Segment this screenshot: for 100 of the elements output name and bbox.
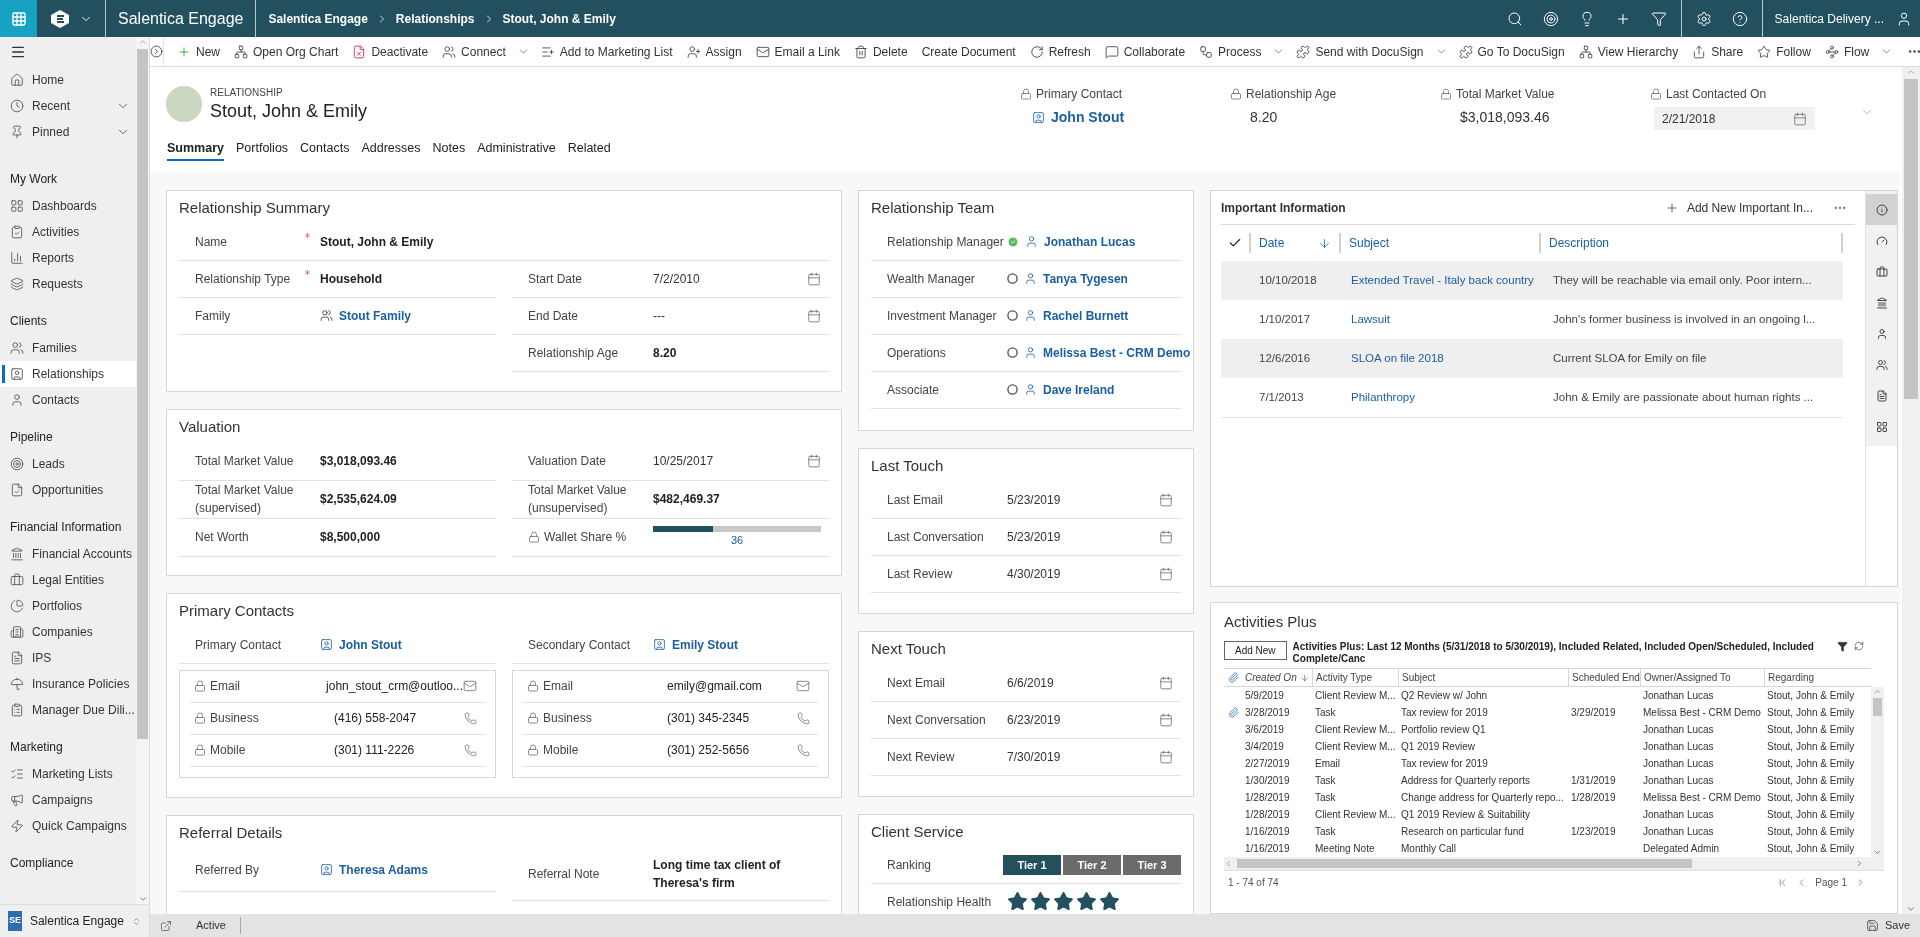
column-header[interactable]: Scheduled End	[1572, 670, 1640, 685]
tab[interactable]: Addresses	[361, 137, 421, 161]
breadcrumb-link[interactable]: Stout, John & Emily	[502, 9, 616, 28]
person-link[interactable]: Tanya Tygesen	[1024, 269, 1128, 288]
nav-item[interactable]: Manager Due Dili...	[0, 697, 136, 723]
section-title: Next Touch	[871, 640, 946, 657]
nav-item[interactable]: Opportunities	[0, 477, 136, 503]
person-link[interactable]: Dave Ireland	[1024, 380, 1115, 399]
command-button[interactable]: Email a Link	[748, 36, 847, 67]
nav-item[interactable]: Portfolios	[0, 593, 136, 619]
nav-item[interactable]: Legal Entities	[0, 567, 136, 593]
command-button[interactable]: Delete	[846, 36, 915, 67]
tab[interactable]: Portfolios	[236, 137, 289, 161]
column-header[interactable]: Subject	[1349, 234, 1531, 252]
nav-item[interactable]: Requests	[0, 271, 136, 297]
column-header[interactable]: Regarding	[1768, 670, 1815, 685]
nav-item[interactable]: Relationships	[0, 361, 136, 387]
command-button[interactable]: Add to Marketing List	[533, 36, 680, 67]
subject-link[interactable]: Extended Travel - Italy back country	[1351, 273, 1534, 286]
table-cell: 1/10/2017	[1259, 312, 1311, 325]
nav-item[interactable]: Home	[0, 67, 136, 93]
nav-item[interactable]: Dashboards	[0, 193, 136, 219]
column-header[interactable]: Created On	[1245, 670, 1297, 685]
command-button[interactable]: Collaborate	[1097, 36, 1193, 67]
command-button[interactable]: Process	[1192, 36, 1269, 67]
table-cell: Meeting Note	[1315, 843, 1375, 854]
nav-item[interactable]: Financial Accounts	[0, 541, 136, 567]
record-link[interactable]: Stout Family	[320, 306, 411, 325]
nav-item[interactable]: Reports	[0, 245, 136, 271]
command-button[interactable]: Send with DocuSign	[1289, 36, 1431, 67]
command-button[interactable]: Deactivate	[345, 36, 436, 67]
subject-link[interactable]: Lawsuit	[1351, 312, 1390, 325]
table-cell: 2/27/2019	[1245, 758, 1290, 769]
tab[interactable]: Related	[567, 137, 611, 161]
command-button[interactable]: View Hierarchy	[1571, 36, 1686, 67]
add-new-button[interactable]: Add New	[1224, 641, 1287, 660]
table-cell: Stout, John & Emily	[1767, 843, 1855, 854]
tab[interactable]: Contacts	[300, 137, 350, 161]
add-button[interactable]: Add New Important In...	[1664, 198, 1825, 217]
command-button[interactable]: Create Document	[914, 36, 1023, 67]
column-header[interactable]: Owner/Assigned To	[1644, 670, 1731, 685]
table-cell: Stout, John & Emily	[1767, 792, 1855, 803]
record-link[interactable]: John Stout	[1032, 107, 1125, 128]
subject-link[interactable]: SLOA on file 2018	[1351, 351, 1444, 364]
breadcrumb-link[interactable]: Salentica Engage	[268, 9, 368, 28]
field-label: Relationship Manager	[887, 234, 1004, 249]
command-button[interactable]: Connect	[435, 36, 513, 67]
entity-type: RELATIONSHIP	[210, 86, 284, 100]
field-value: 8.20	[653, 344, 677, 362]
table-cell: Stout, John & Emily	[1767, 690, 1855, 701]
tier-option[interactable]: Tier 2	[1063, 855, 1121, 875]
command-button[interactable]: New	[170, 36, 227, 67]
column-header[interactable]: Date	[1259, 234, 1318, 252]
command-button[interactable]: Follow	[1750, 36, 1818, 67]
nav-item[interactable]: Insurance Policies	[0, 671, 136, 697]
nav-item[interactable]: Pinned	[0, 119, 136, 145]
section-title: Valuation	[179, 418, 241, 435]
nav-item[interactable]: IPS	[0, 645, 136, 671]
table-cell: Jonathan Lucas	[1643, 724, 1714, 735]
table-cell: Task	[1315, 792, 1336, 803]
command-button[interactable]: Share	[1685, 36, 1751, 67]
command-button[interactable]: Open Org Chart	[227, 36, 346, 67]
column-header[interactable]: Description	[1549, 234, 1833, 252]
nav-item[interactable]: Activities	[0, 219, 136, 245]
tier-option[interactable]: Tier 1	[1003, 855, 1061, 875]
user-menu-button[interactable]: Salentica Delivery ...	[1762, 0, 1920, 37]
breadcrumb-link[interactable]: Relationships	[395, 9, 475, 28]
nav-item[interactable]: Families	[0, 335, 136, 361]
tier-option[interactable]: Tier 3	[1123, 855, 1181, 875]
nav-item[interactable]: Marketing Lists	[0, 761, 136, 787]
nav-item[interactable]: Contacts	[0, 387, 136, 413]
command-button[interactable]: Flow	[1817, 36, 1877, 67]
nav-item[interactable]: Companies	[0, 619, 136, 645]
nav-item[interactable]: Recent	[0, 93, 136, 119]
section-title: Client Service	[871, 823, 964, 840]
column-header[interactable]: Subject	[1402, 670, 1436, 685]
table-cell: 12/6/2016	[1259, 351, 1311, 364]
nav-item[interactable]: Leads	[0, 451, 136, 477]
save-button[interactable]: Save	[1855, 917, 1920, 934]
person-link[interactable]: Rachel Burnett	[1024, 306, 1129, 325]
date-value: 5/23/2019	[1007, 528, 1061, 546]
table-cell: Current SLOA for Emily on file	[1553, 351, 1707, 364]
tab[interactable]: Summary	[167, 137, 224, 161]
tab[interactable]: Notes	[432, 137, 466, 161]
table-cell: Research on particular fund	[1401, 826, 1524, 837]
nav-item[interactable]: Campaigns	[0, 787, 136, 813]
nav-item[interactable]: Quick Campaigns	[0, 813, 136, 839]
command-button[interactable]: Refresh	[1022, 36, 1098, 67]
person-link[interactable]: Melissa Best - CRM Demo	[1024, 343, 1191, 362]
record-link[interactable]: John Stout	[320, 635, 402, 654]
column-header[interactable]: Activity Type	[1316, 670, 1372, 685]
tab[interactable]: Administrative	[477, 137, 556, 161]
record-link[interactable]: Theresa Adams	[320, 860, 428, 879]
date-field[interactable]: 2/21/2018	[1654, 107, 1815, 130]
subject-link[interactable]: Philanthropy	[1351, 390, 1415, 403]
table-cell: Melissa Best - CRM Demo	[1643, 707, 1761, 718]
person-link[interactable]: Jonathan Lucas	[1025, 232, 1136, 251]
record-link[interactable]: Emily Stout	[653, 635, 738, 654]
command-button[interactable]: Assign	[679, 36, 749, 67]
command-button[interactable]: Go To DocuSign	[1451, 36, 1572, 67]
